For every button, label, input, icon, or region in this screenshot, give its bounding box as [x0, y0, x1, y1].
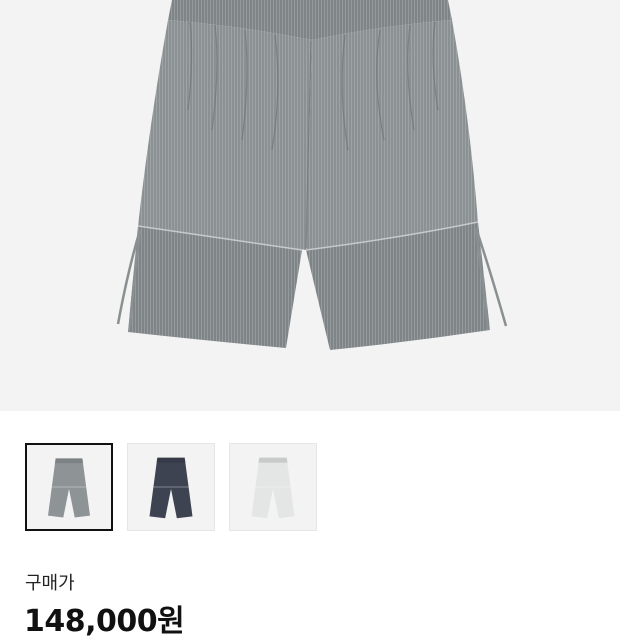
price-value: 148,000원 [24, 604, 185, 639]
gray-pants-thumbnail [48, 458, 90, 518]
color-thumbnail-2[interactable] [127, 443, 215, 531]
product-main-image [0, 0, 620, 411]
gray-pinstripe-pants-image [116, 0, 508, 350]
color-thumbnail-list [25, 443, 317, 531]
color-thumbnail-1[interactable] [25, 443, 113, 531]
color-thumbnail-3[interactable] [229, 443, 317, 531]
navy-pants-thumbnail [149, 457, 193, 519]
white-pants-thumbnail [251, 457, 295, 519]
price-label: 구매가 [25, 573, 75, 594]
